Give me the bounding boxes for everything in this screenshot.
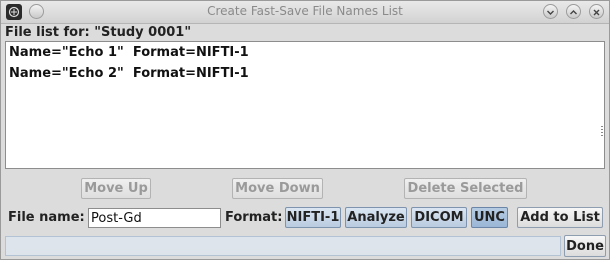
move-up-button[interactable]: Move Up bbox=[81, 178, 151, 199]
done-button[interactable]: Done bbox=[564, 235, 606, 257]
format-analyze-button[interactable]: Analyze bbox=[345, 207, 407, 228]
resize-grip[interactable] bbox=[601, 126, 603, 136]
minimize-button[interactable] bbox=[543, 4, 558, 19]
format-dicom-button[interactable]: DICOM bbox=[411, 207, 467, 228]
add-to-list-button[interactable]: Add to List bbox=[517, 207, 603, 228]
format-unc-button[interactable]: UNC bbox=[471, 207, 508, 228]
file-name-label: File name: bbox=[8, 210, 85, 225]
close-icon bbox=[592, 2, 601, 21]
status-bar bbox=[5, 236, 561, 256]
file-name-input[interactable] bbox=[88, 208, 221, 228]
list-item[interactable]: Name="Echo 2" Format=NIFTI-1 bbox=[6, 63, 604, 84]
format-label: Format: bbox=[225, 210, 283, 225]
format-nifti1-button[interactable]: NIFTI-1 bbox=[285, 207, 341, 228]
maximize-button[interactable] bbox=[566, 4, 581, 19]
chevron-down-icon bbox=[546, 2, 555, 21]
file-list[interactable]: Name="Echo 1" Format=NIFTI-1 Name="Echo … bbox=[5, 41, 605, 169]
dialog-window: Create Fast-Save File Names List File li… bbox=[0, 0, 610, 260]
delete-selected-button[interactable]: Delete Selected bbox=[404, 178, 527, 199]
list-item[interactable]: Name="Echo 1" Format=NIFTI-1 bbox=[6, 42, 604, 63]
close-button[interactable] bbox=[589, 4, 604, 19]
chevron-up-icon bbox=[569, 2, 578, 21]
file-list-header: File list for: "Study 0001" bbox=[5, 25, 192, 40]
window-title: Create Fast-Save File Names List bbox=[207, 4, 403, 18]
move-down-button[interactable]: Move Down bbox=[232, 178, 323, 199]
title-bar: Create Fast-Save File Names List bbox=[1, 1, 609, 24]
